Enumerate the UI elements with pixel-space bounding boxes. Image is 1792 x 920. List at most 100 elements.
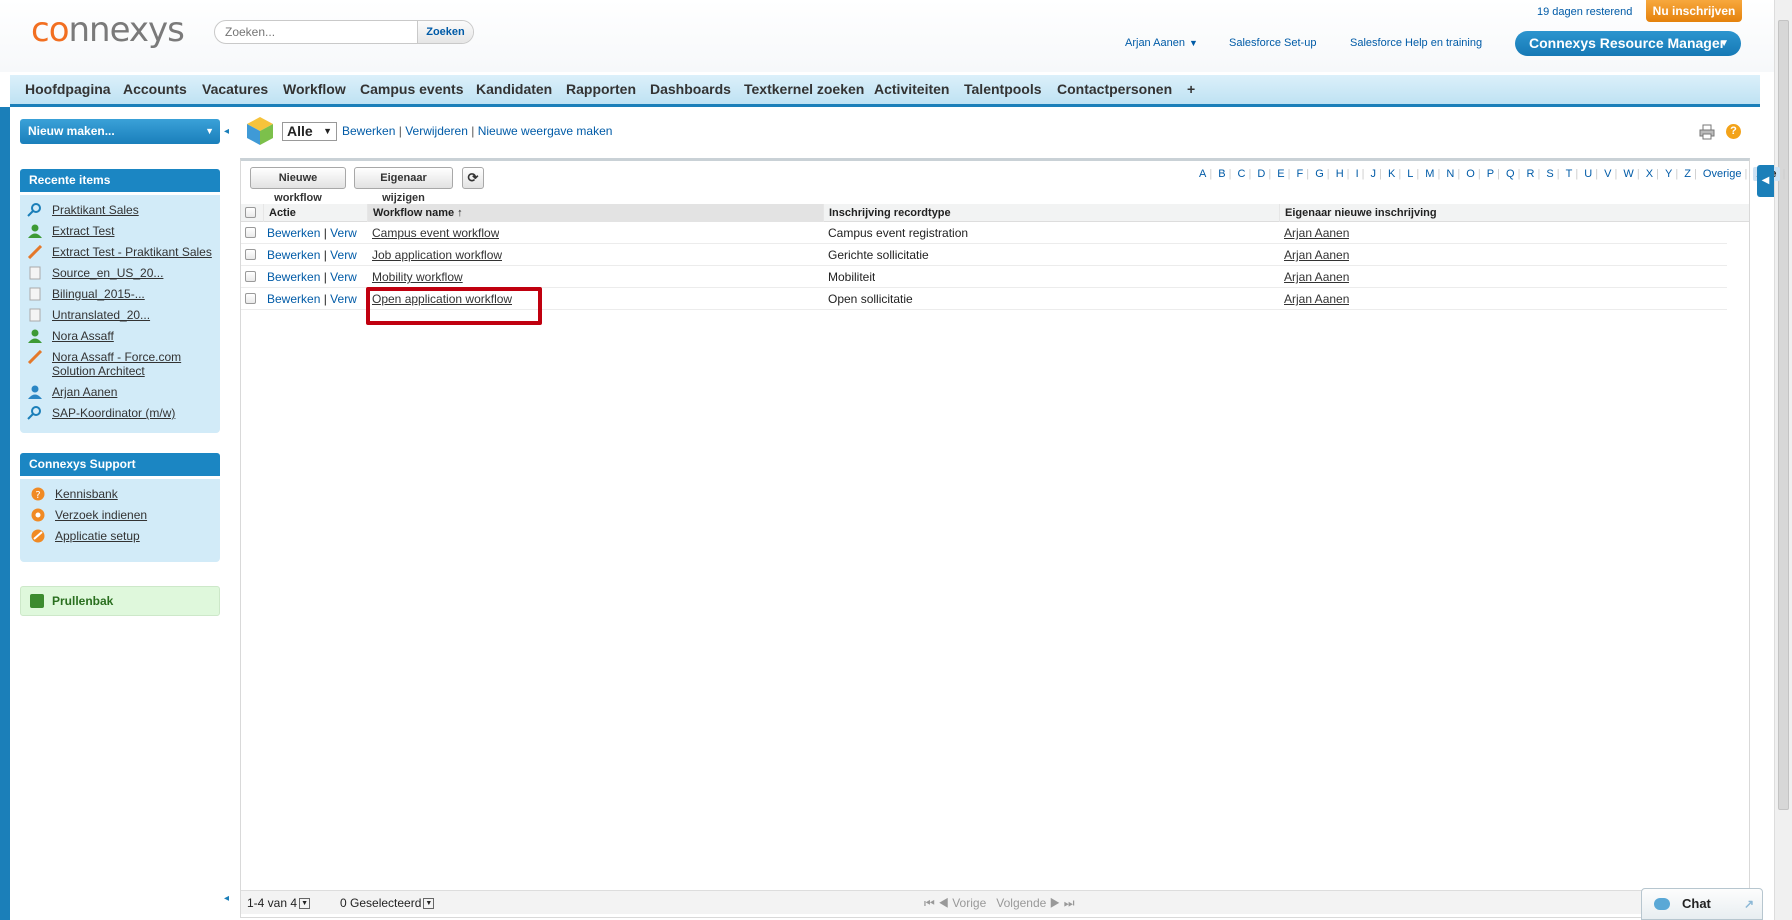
- search-button[interactable]: Zoeken: [417, 21, 473, 43]
- recent-item[interactable]: Extract Test - Praktikant Sales: [27, 245, 212, 259]
- row-delete-link[interactable]: Verw: [330, 248, 357, 262]
- support-item-setup[interactable]: Applicatie setup: [30, 529, 140, 543]
- alpha-filter-q[interactable]: Q: [1506, 168, 1515, 180]
- add-tab-icon[interactable]: +: [1187, 75, 1195, 104]
- alpha-filter-z[interactable]: Z: [1684, 168, 1691, 180]
- row-checkbox[interactable]: [245, 271, 256, 282]
- expand-panel-icon[interactable]: ◀: [1757, 165, 1774, 197]
- tab-hoofdpagina[interactable]: Hoofdpagina: [25, 75, 111, 104]
- subscribe-button[interactable]: Nu inschrijven: [1646, 0, 1742, 22]
- tab-vacatures[interactable]: Vacatures: [202, 75, 268, 104]
- next-page-link[interactable]: Volgende: [996, 896, 1046, 910]
- alpha-filter-p[interactable]: P: [1487, 168, 1494, 180]
- tab-textkernel-zoeken[interactable]: Textkernel zoeken: [744, 75, 864, 104]
- alpha-filter-t[interactable]: T: [1566, 168, 1573, 180]
- alpha-filter-d[interactable]: D: [1257, 168, 1265, 180]
- workflow-name-link[interactable]: Job application workflow: [372, 248, 502, 262]
- alpha-filter-g[interactable]: G: [1315, 168, 1324, 180]
- row-edit-link[interactable]: Bewerken: [267, 226, 320, 240]
- help-link[interactable]: Salesforce Help en training: [1350, 37, 1482, 49]
- tab-workflow[interactable]: Workflow: [283, 75, 346, 104]
- recent-item[interactable]: Bilingual_2015-...: [27, 287, 145, 301]
- tab-talentpools[interactable]: Talentpools: [964, 75, 1042, 104]
- alpha-filter-o[interactable]: O: [1466, 168, 1475, 180]
- alpha-filter-a[interactable]: A: [1199, 168, 1206, 180]
- alpha-filter-j[interactable]: J: [1371, 168, 1377, 180]
- popout-icon[interactable]: ↗: [1744, 889, 1754, 919]
- select-all-checkbox[interactable]: [245, 207, 256, 218]
- prev-page-link[interactable]: Vorige: [952, 896, 986, 910]
- owner-link[interactable]: Arjan Aanen: [1284, 248, 1349, 262]
- row-checkbox[interactable]: [245, 227, 256, 238]
- selected-count[interactable]: 0 Geselecteerd ▼: [340, 896, 435, 910]
- owner-link[interactable]: Arjan Aanen: [1284, 226, 1349, 240]
- workflow-name-link[interactable]: Campus event workflow: [372, 226, 499, 240]
- scrollbar-thumb[interactable]: [1778, 20, 1789, 810]
- connexys-logo[interactable]: connexys: [31, 10, 185, 50]
- alpha-filter-i[interactable]: I: [1356, 168, 1359, 180]
- last-page-icon[interactable]: ⏭: [1064, 896, 1075, 910]
- app-switcher[interactable]: Connexys Resource Manager ▼: [1515, 31, 1741, 56]
- sidebar-collapse-icon[interactable]: ◂: [224, 893, 229, 904]
- recent-item[interactable]: Arjan Aanen: [27, 385, 117, 399]
- column-header-recordtype[interactable]: Inschrijving recordtype: [823, 204, 1279, 222]
- alpha-filter-c[interactable]: C: [1238, 168, 1246, 180]
- column-header-name[interactable]: Workflow name ↑: [367, 204, 823, 222]
- tab-kandidaten[interactable]: Kandidaten: [476, 75, 552, 104]
- tab-campus-events[interactable]: Campus events: [360, 75, 463, 104]
- recent-item[interactable]: Nora Assaff - Force.com Solution Archite…: [27, 350, 207, 378]
- alpha-filter-e[interactable]: E: [1277, 168, 1284, 180]
- tab-rapporten[interactable]: Rapporten: [566, 75, 636, 104]
- support-item-verzoek[interactable]: Verzoek indienen: [30, 508, 147, 522]
- user-menu[interactable]: Arjan Aanen ▼: [1125, 37, 1198, 49]
- alpha-filter-u[interactable]: U: [1584, 168, 1592, 180]
- recent-item[interactable]: SAP-Koordinator (m/w): [27, 406, 175, 420]
- alpha-filter-v[interactable]: V: [1604, 168, 1611, 180]
- alpha-filter-w[interactable]: W: [1623, 168, 1633, 180]
- recent-item[interactable]: Nora Assaff: [27, 329, 114, 343]
- row-delete-link[interactable]: Verw: [330, 226, 357, 240]
- alpha-filter-h[interactable]: H: [1336, 168, 1344, 180]
- change-owner-button[interactable]: Eigenaar wijzigen: [354, 167, 453, 204]
- delete-view-link[interactable]: Verwijderen: [405, 124, 468, 138]
- new-view-link[interactable]: Nieuwe weergave maken: [478, 124, 613, 138]
- row-edit-link[interactable]: Bewerken: [267, 292, 320, 306]
- alpha-filter-y[interactable]: Y: [1665, 168, 1672, 180]
- help-icon[interactable]: ?: [1726, 124, 1741, 139]
- row-checkbox[interactable]: [245, 249, 256, 260]
- prev-page-icon[interactable]: ◀: [938, 896, 949, 910]
- alpha-filter-n[interactable]: N: [1446, 168, 1454, 180]
- first-page-icon[interactable]: ⏮: [924, 896, 935, 910]
- alpha-filter-other[interactable]: Overige: [1703, 168, 1742, 180]
- tab-contactpersonen[interactable]: Contactpersonen: [1057, 75, 1172, 104]
- edit-view-link[interactable]: Bewerken: [342, 124, 395, 138]
- alpha-filter-m[interactable]: M: [1425, 168, 1434, 180]
- new-item-button[interactable]: Nieuw maken... ▼: [20, 119, 220, 144]
- workflow-name-link[interactable]: Mobility workflow: [372, 270, 463, 284]
- support-item-kennisbank[interactable]: ? Kennisbank: [30, 487, 118, 501]
- tab-activiteiten[interactable]: Activiteiten: [874, 75, 949, 104]
- alpha-filter-s[interactable]: S: [1546, 168, 1553, 180]
- alpha-filter-x[interactable]: X: [1646, 168, 1653, 180]
- recent-item[interactable]: Praktikant Sales: [27, 203, 139, 217]
- row-checkbox[interactable]: [245, 293, 256, 304]
- print-icon[interactable]: [1699, 124, 1715, 140]
- tab-dashboards[interactable]: Dashboards: [650, 75, 731, 104]
- sidebar-collapse-icon[interactable]: ◂: [224, 126, 229, 137]
- page-scrollbar[interactable]: [1774, 0, 1792, 920]
- recent-item[interactable]: Source_en_US_20...: [27, 266, 163, 280]
- search-input[interactable]: [215, 21, 417, 43]
- owner-link[interactable]: Arjan Aanen: [1284, 270, 1349, 284]
- alpha-filter-b[interactable]: B: [1218, 168, 1225, 180]
- alpha-filter-k[interactable]: K: [1388, 168, 1395, 180]
- alpha-filter-f[interactable]: F: [1297, 168, 1304, 180]
- column-header-owner[interactable]: Eigenaar nieuwe inschrijving: [1279, 204, 1727, 222]
- next-page-icon[interactable]: ▶: [1050, 896, 1061, 910]
- new-workflow-button[interactable]: Nieuwe workflow: [250, 167, 346, 204]
- chat-widget[interactable]: Chat ↗: [1641, 888, 1763, 920]
- owner-link[interactable]: Arjan Aanen: [1284, 292, 1349, 306]
- recent-item[interactable]: Untranslated_20...: [27, 308, 150, 322]
- record-range[interactable]: 1-4 van 4 ▼: [247, 896, 311, 910]
- row-delete-link[interactable]: Verw: [330, 270, 357, 284]
- row-delete-link[interactable]: Verw: [330, 292, 357, 306]
